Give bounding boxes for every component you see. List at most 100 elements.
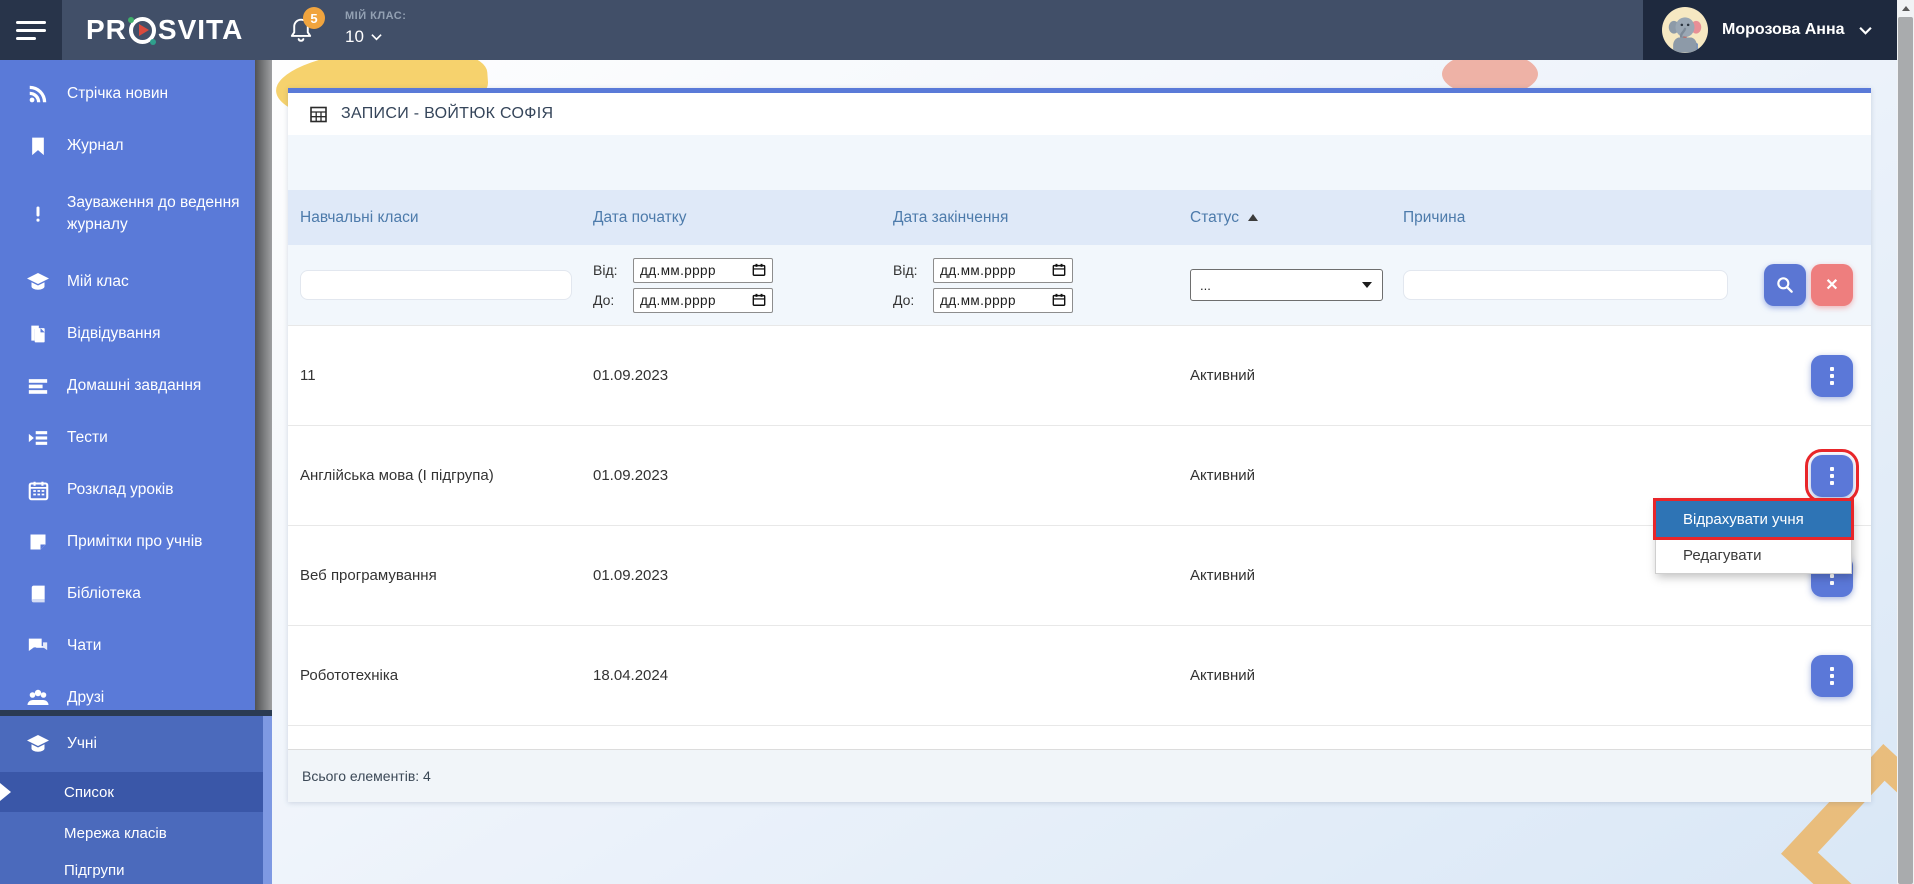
table-row: Робототехніка 18.04.2024 Активний (288, 625, 1871, 725)
chevron-down-icon (1859, 26, 1872, 35)
start-date-to-input[interactable]: дд.мм.рррр (633, 288, 773, 313)
scrollbar-thumb[interactable] (1898, 17, 1913, 884)
sidebar-item-tests[interactable]: Тести (0, 412, 255, 464)
menu-item-expel-student[interactable]: Відрахувати учня (1656, 501, 1851, 537)
cell-status: Активний (1190, 367, 1403, 384)
clear-filters-button[interactable]: ✕ (1811, 264, 1853, 306)
book-icon (26, 582, 50, 606)
sort-ascending-icon (1248, 214, 1258, 221)
sidebar-item-homework[interactable]: Домашні завдання (0, 360, 255, 412)
my-class-dropdown[interactable]: 10 (345, 27, 382, 47)
notification-count-badge: 5 (303, 7, 325, 29)
row-actions-button[interactable] (1811, 655, 1853, 697)
end-date-to-input[interactable]: дд.мм.рррр (933, 288, 1073, 313)
list-arrow-icon (26, 426, 50, 450)
group-panel-edge (263, 716, 272, 884)
column-header-status[interactable]: Статус (1190, 209, 1403, 227)
start-date-from-input[interactable]: дд.мм.рррр (633, 258, 773, 283)
end-date-filter: Від: дд.мм.рррр До: дд.мм.рррр (893, 258, 1190, 313)
cell-class-name: Робототехніка (300, 667, 593, 684)
table-footer: Всього елементів: 4 (288, 749, 1871, 802)
sidebar-item-journal[interactable]: Журнал (0, 120, 255, 172)
table-bottom-gap (288, 725, 1871, 749)
sidebar-item-student-notes[interactable]: Примітки про учнів (0, 516, 255, 568)
pages-icon (26, 322, 50, 346)
row-actions-button[interactable] (1811, 355, 1853, 397)
sidebar-item-my-class[interactable]: Мій клас (0, 256, 255, 308)
graduation-cap-icon (26, 732, 50, 756)
sidebar-item-journal-remarks[interactable]: Зауваження до ведення журналу (0, 172, 255, 256)
topbar: PRSVITA 5 МІЙ КЛАС: 10 Морозова Анна (0, 0, 1914, 60)
note-icon (26, 530, 50, 554)
list-lines-icon (26, 374, 50, 398)
avatar (1662, 7, 1708, 53)
scrollbar-up-arrow[interactable] (1897, 0, 1914, 17)
column-header-classes[interactable]: Навчальні класи (300, 209, 593, 227)
chevron-down-icon (371, 33, 382, 41)
status-select[interactable]: ... (1190, 269, 1383, 301)
table-row: Англійська мова (І підгрупа) 01.09.2023 … (288, 425, 1871, 525)
search-icon (1773, 273, 1797, 297)
search-button[interactable] (1764, 264, 1806, 306)
chat-icon (26, 634, 50, 658)
to-label: До: (893, 292, 923, 308)
column-header-reason[interactable]: Причина (1403, 209, 1748, 227)
cell-start-date: 01.09.2023 (593, 467, 893, 484)
column-header-start-date[interactable]: Дата початку (593, 209, 893, 227)
total-items-label: Всього елементів: 4 (302, 768, 431, 784)
from-label: Від: (593, 262, 623, 278)
cell-class-name: Веб програмування (300, 567, 593, 584)
sidebar-item-news-feed[interactable]: Стрічка новин (0, 68, 255, 120)
app-root: ЗАПИСИ - ВОЙТЮК СОФІЯ Навчальні класи Да… (0, 0, 1914, 884)
sidebar-item-schedule[interactable]: Розклад уроків (0, 464, 255, 516)
row-actions-button-highlighted[interactable] (1811, 455, 1853, 497)
brand-logo[interactable]: PRSVITA (86, 0, 243, 60)
sidebar-item-students[interactable]: Учні (0, 716, 263, 772)
scrollbar[interactable] (1897, 0, 1914, 884)
card-spacer (288, 135, 1871, 190)
reason-filter-input[interactable] (1403, 270, 1728, 300)
logo-play-icon (129, 17, 156, 44)
to-label: До: (593, 292, 623, 308)
table-row: Веб програмування 01.09.2023 Активний (288, 525, 1871, 625)
table-header-row: Навчальні класи Дата початку Дата закінч… (288, 190, 1871, 245)
column-header-end-date[interactable]: Дата закінчення (893, 209, 1190, 227)
menu-item-edit[interactable]: Редагувати (1656, 537, 1851, 573)
hamburger-menu-button[interactable] (0, 0, 62, 60)
students-group-panel: Учні Список Мережа класів Підгрупи (0, 716, 272, 884)
cell-status: Активний (1190, 467, 1403, 484)
sidebar-subitem-class-network[interactable]: Мережа класів (0, 812, 263, 854)
sidebar-item-library[interactable]: Бібліотека (0, 568, 255, 620)
user-menu[interactable]: Морозова Анна (1643, 0, 1897, 60)
sidebar-subitem-subgroups[interactable]: Підгрупи (0, 854, 263, 884)
sidebar-item-chats[interactable]: Чати (0, 620, 255, 672)
graduation-cap-icon (26, 270, 50, 294)
sidebar-item-attendance[interactable]: Відвідування (0, 308, 255, 360)
end-date-from-input[interactable]: дд.мм.рррр (933, 258, 1073, 283)
calendar-icon (26, 478, 50, 502)
exclamation-icon (26, 202, 50, 226)
calendar-picker-icon[interactable] (1052, 263, 1066, 277)
classes-filter-input[interactable] (300, 270, 572, 300)
row-context-menu: Відрахувати учня Редагувати (1655, 500, 1852, 574)
cell-class-name: 11 (300, 367, 593, 384)
sidebar-shadow (255, 60, 272, 710)
cell-start-date: 18.04.2024 (593, 667, 893, 684)
rss-icon (26, 82, 50, 106)
filter-row: Від: дд.мм.рррр До: дд.мм.рррр (288, 245, 1871, 325)
my-class-label: МІЙ КЛАС: (345, 10, 406, 22)
calendar-picker-icon[interactable] (752, 293, 766, 307)
table-row: 11 01.09.2023 Активний (288, 325, 1871, 425)
calendar-picker-icon[interactable] (752, 263, 766, 277)
cell-start-date: 01.09.2023 (593, 567, 893, 584)
users-icon (26, 686, 50, 710)
bookmark-icon (26, 134, 50, 158)
sidebar-subitem-list[interactable]: Список (0, 772, 263, 812)
calendar-picker-icon[interactable] (1052, 293, 1066, 307)
page-title: ЗАПИСИ - ВОЙТЮК СОФІЯ (341, 105, 553, 123)
cell-status: Активний (1190, 567, 1403, 584)
user-name: Морозова Анна (1722, 21, 1845, 39)
main-content: ЗАПИСИ - ВОЙТЮК СОФІЯ Навчальні класи Да… (272, 60, 1897, 884)
cell-class-name: Англійська мова (І підгрупа) (300, 467, 593, 484)
from-label: Від: (893, 262, 923, 278)
